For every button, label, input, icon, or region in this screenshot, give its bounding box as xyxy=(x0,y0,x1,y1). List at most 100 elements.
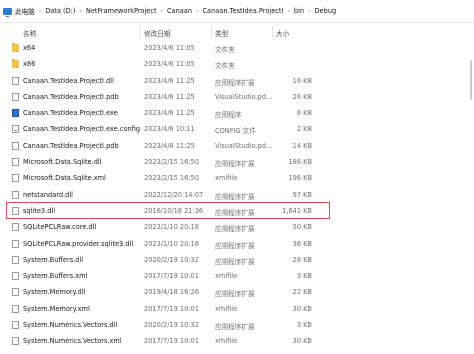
file-type: 应用程序扩展 xyxy=(215,257,255,266)
table-row[interactable]: Canaan.TestIdea.ProjectI.dll 2023/4/6 11:… xyxy=(0,73,474,89)
column-header-name[interactable]: 名称 xyxy=(23,28,36,38)
breadcrumb-item-netframeworkproject[interactable]: NetFrameworkProject xyxy=(86,7,157,15)
file-type: 应用程序扩展 xyxy=(215,241,255,250)
file-icon xyxy=(12,141,19,150)
file-size: 26 KB xyxy=(292,92,312,101)
table-row[interactable]: Canaan.TestIdea.ProjectI.pdb 2023/4/6 11:… xyxy=(0,138,474,154)
file-date: 2019/4/18 16:26 xyxy=(144,288,199,297)
table-row[interactable]: System.Numerics.Vectors.xml 2017/7/19 10:… xyxy=(0,333,474,349)
folder-icon xyxy=(12,59,19,69)
file-date: 2017/7/19 10:01 xyxy=(144,304,199,313)
file-name: Canaan.TestIdea.ProjectI.exe xyxy=(23,109,118,118)
column-divider[interactable] xyxy=(211,26,212,38)
file-type: 文件夹 xyxy=(215,46,235,54)
file-name: System.Memory.dll xyxy=(23,288,86,297)
file-type: 应用程序 xyxy=(215,111,242,120)
file-icon xyxy=(12,174,19,183)
file-size: 28 KB xyxy=(292,255,312,264)
breadcrumb-item-project[interactable]: Canaan.TestIdea.ProjectI xyxy=(202,7,283,15)
file-date: 2020/2/19 10:32 xyxy=(144,255,199,264)
file-icon xyxy=(12,255,19,264)
table-row[interactable]: System.Memory.dll 2019/4/18 16:26 应用程序扩展 22… xyxy=(0,284,474,300)
table-row[interactable]: Canaan.TestIdea.ProjectI.pdb 2023/4/6 11:… xyxy=(0,89,474,105)
file-size: 6 KB xyxy=(296,109,312,118)
address-bar[interactable]: 此电脑 › Data (D:) › NetFrameworkProject › … xyxy=(0,0,474,23)
column-header-size[interactable]: 大小 xyxy=(276,28,289,38)
table-row[interactable]: SQLitePCLRaw.core.dll 2023/1/10 20:18 应用程序… xyxy=(0,219,474,235)
selection-highlight xyxy=(6,202,330,219)
file-name: Microsoft.Data.Sqlite.xml xyxy=(23,174,106,183)
file-size: 36 KB xyxy=(292,239,312,248)
file-name: System.Memory.xml xyxy=(23,304,90,313)
file-type: 应用程序扩展 xyxy=(215,78,255,87)
file-icon xyxy=(12,223,19,232)
file-icon xyxy=(12,304,19,313)
breadcrumb-item-this-pc[interactable]: 此电脑 xyxy=(15,6,35,16)
table-row[interactable]: SQLitePCLRaw.provider.sqlite3.dll 2023/1/… xyxy=(0,236,474,252)
column-header-type[interactable]: 类型 xyxy=(215,28,228,38)
chevron-right-icon[interactable]: › xyxy=(196,8,198,15)
breadcrumb: 此电脑 › Data (D:) › NetFrameworkProject › … xyxy=(3,6,336,17)
file-size: 14 KB xyxy=(292,141,312,150)
chevron-right-icon[interactable]: › xyxy=(161,8,163,15)
column-divider[interactable] xyxy=(140,26,141,38)
file-type: xmlfile xyxy=(215,174,238,183)
table-row[interactable]: Canaan.TestIdea.ProjectI.exe 2023/4/6 11:… xyxy=(0,105,474,121)
table-row[interactable]: netstandard.dll 2022/12/20 14:07 应用程序扩展 97 … xyxy=(0,187,474,203)
table-row[interactable]: Microsoft.Data.Sqlite.dll 2023/2/15 16:50… xyxy=(0,154,474,170)
file-name: Canaan.TestIdea.ProjectI.pdb xyxy=(23,92,119,101)
column-divider[interactable] xyxy=(272,26,273,38)
file-date: 2023/1/10 20:18 xyxy=(144,239,199,248)
file-icon xyxy=(12,337,19,346)
folder-icon xyxy=(12,43,19,52)
breadcrumb-item-debug[interactable]: Debug xyxy=(314,7,336,15)
file-list: x64 2023/4/6 11:05 文件夹 x86 2023/4/6 11:05 文件夹… xyxy=(0,40,474,350)
file-type: xmlfile xyxy=(215,304,238,313)
file-type: 应用程序扩展 xyxy=(215,160,255,169)
chevron-right-icon[interactable]: › xyxy=(308,8,310,15)
file-name: System.Numerics.Vectors.dll xyxy=(23,321,118,330)
breadcrumb-item-canaan[interactable]: Canaan xyxy=(167,7,192,15)
table-row[interactable]: System.Memory.xml 2017/7/19 10:01 xmlfile 3… xyxy=(0,301,474,317)
table-row[interactable]: System.Numerics.Vectors.dll 2020/2/19 10:… xyxy=(0,317,474,333)
file-type: 应用程序扩展 xyxy=(215,192,255,201)
file-type: xmlfile xyxy=(215,272,238,281)
file-date: 2023/4/6 11:25 xyxy=(144,109,195,118)
file-name: SQLitePCLRaw.provider.sqlite3.dll xyxy=(23,239,134,248)
table-row[interactable]: System.Buffers.xml 2017/7/19 10:01 xmlfile… xyxy=(0,268,474,284)
table-row[interactable]: x64 2023/4/6 11:05 文件夹 xyxy=(0,40,474,56)
breadcrumb-item-bin[interactable]: bin xyxy=(294,7,304,15)
file-date: 2023/2/15 16:50 xyxy=(144,158,199,167)
file-name: Microsoft.Data.Sqlite.dll xyxy=(23,158,102,167)
file-size: 186 KB xyxy=(288,158,312,167)
file-name: System.Buffers.xml xyxy=(23,272,88,281)
file-icon xyxy=(12,190,19,199)
chevron-right-icon[interactable]: › xyxy=(39,8,41,15)
file-date: 2017/7/19 10:01 xyxy=(144,272,199,281)
file-icon xyxy=(12,92,19,101)
file-size: 22 KB xyxy=(292,288,312,297)
file-date: 2023/4/6 11:25 xyxy=(144,92,195,101)
file-type: 应用程序扩展 xyxy=(215,225,255,234)
file-name: x64 xyxy=(23,44,36,52)
file-icon xyxy=(12,272,19,281)
table-row[interactable]: Microsoft.Data.Sqlite.xml 2023/2/15 16:50… xyxy=(0,170,474,186)
column-header-date[interactable]: 修改日期 xyxy=(144,28,170,38)
table-row[interactable]: x86 2023/4/6 11:05 文件夹 xyxy=(0,56,474,72)
file-name: Canaan.TestIdea.ProjectI.dll xyxy=(23,76,114,85)
table-row[interactable]: Canaan.TestIdea.ProjectI.exe.config 2023/… xyxy=(0,121,474,137)
file-size: 2 KB xyxy=(296,125,312,134)
chevron-right-icon[interactable]: › xyxy=(79,8,81,15)
file-name: x86 xyxy=(23,60,36,69)
file-date: 2023/4/6 11:25 xyxy=(144,76,195,85)
file-size: 16 KB xyxy=(292,76,312,85)
chevron-right-icon[interactable]: › xyxy=(287,8,289,15)
table-row[interactable]: System.Buffers.dll 2020/2/19 10:32 应用程序扩展 2… xyxy=(0,252,474,268)
this-pc-icon xyxy=(3,7,12,17)
scrollbar-thumb[interactable] xyxy=(470,60,472,100)
column-header-row: 名称 修改日期 类型 大小 xyxy=(0,24,474,40)
file-date: 2023/4/6 11:05 xyxy=(144,60,195,69)
file-type: 文件夹 xyxy=(215,62,235,71)
file-size: 30 KB xyxy=(292,304,312,313)
breadcrumb-item-data-drive[interactable]: Data (D:) xyxy=(45,7,75,15)
